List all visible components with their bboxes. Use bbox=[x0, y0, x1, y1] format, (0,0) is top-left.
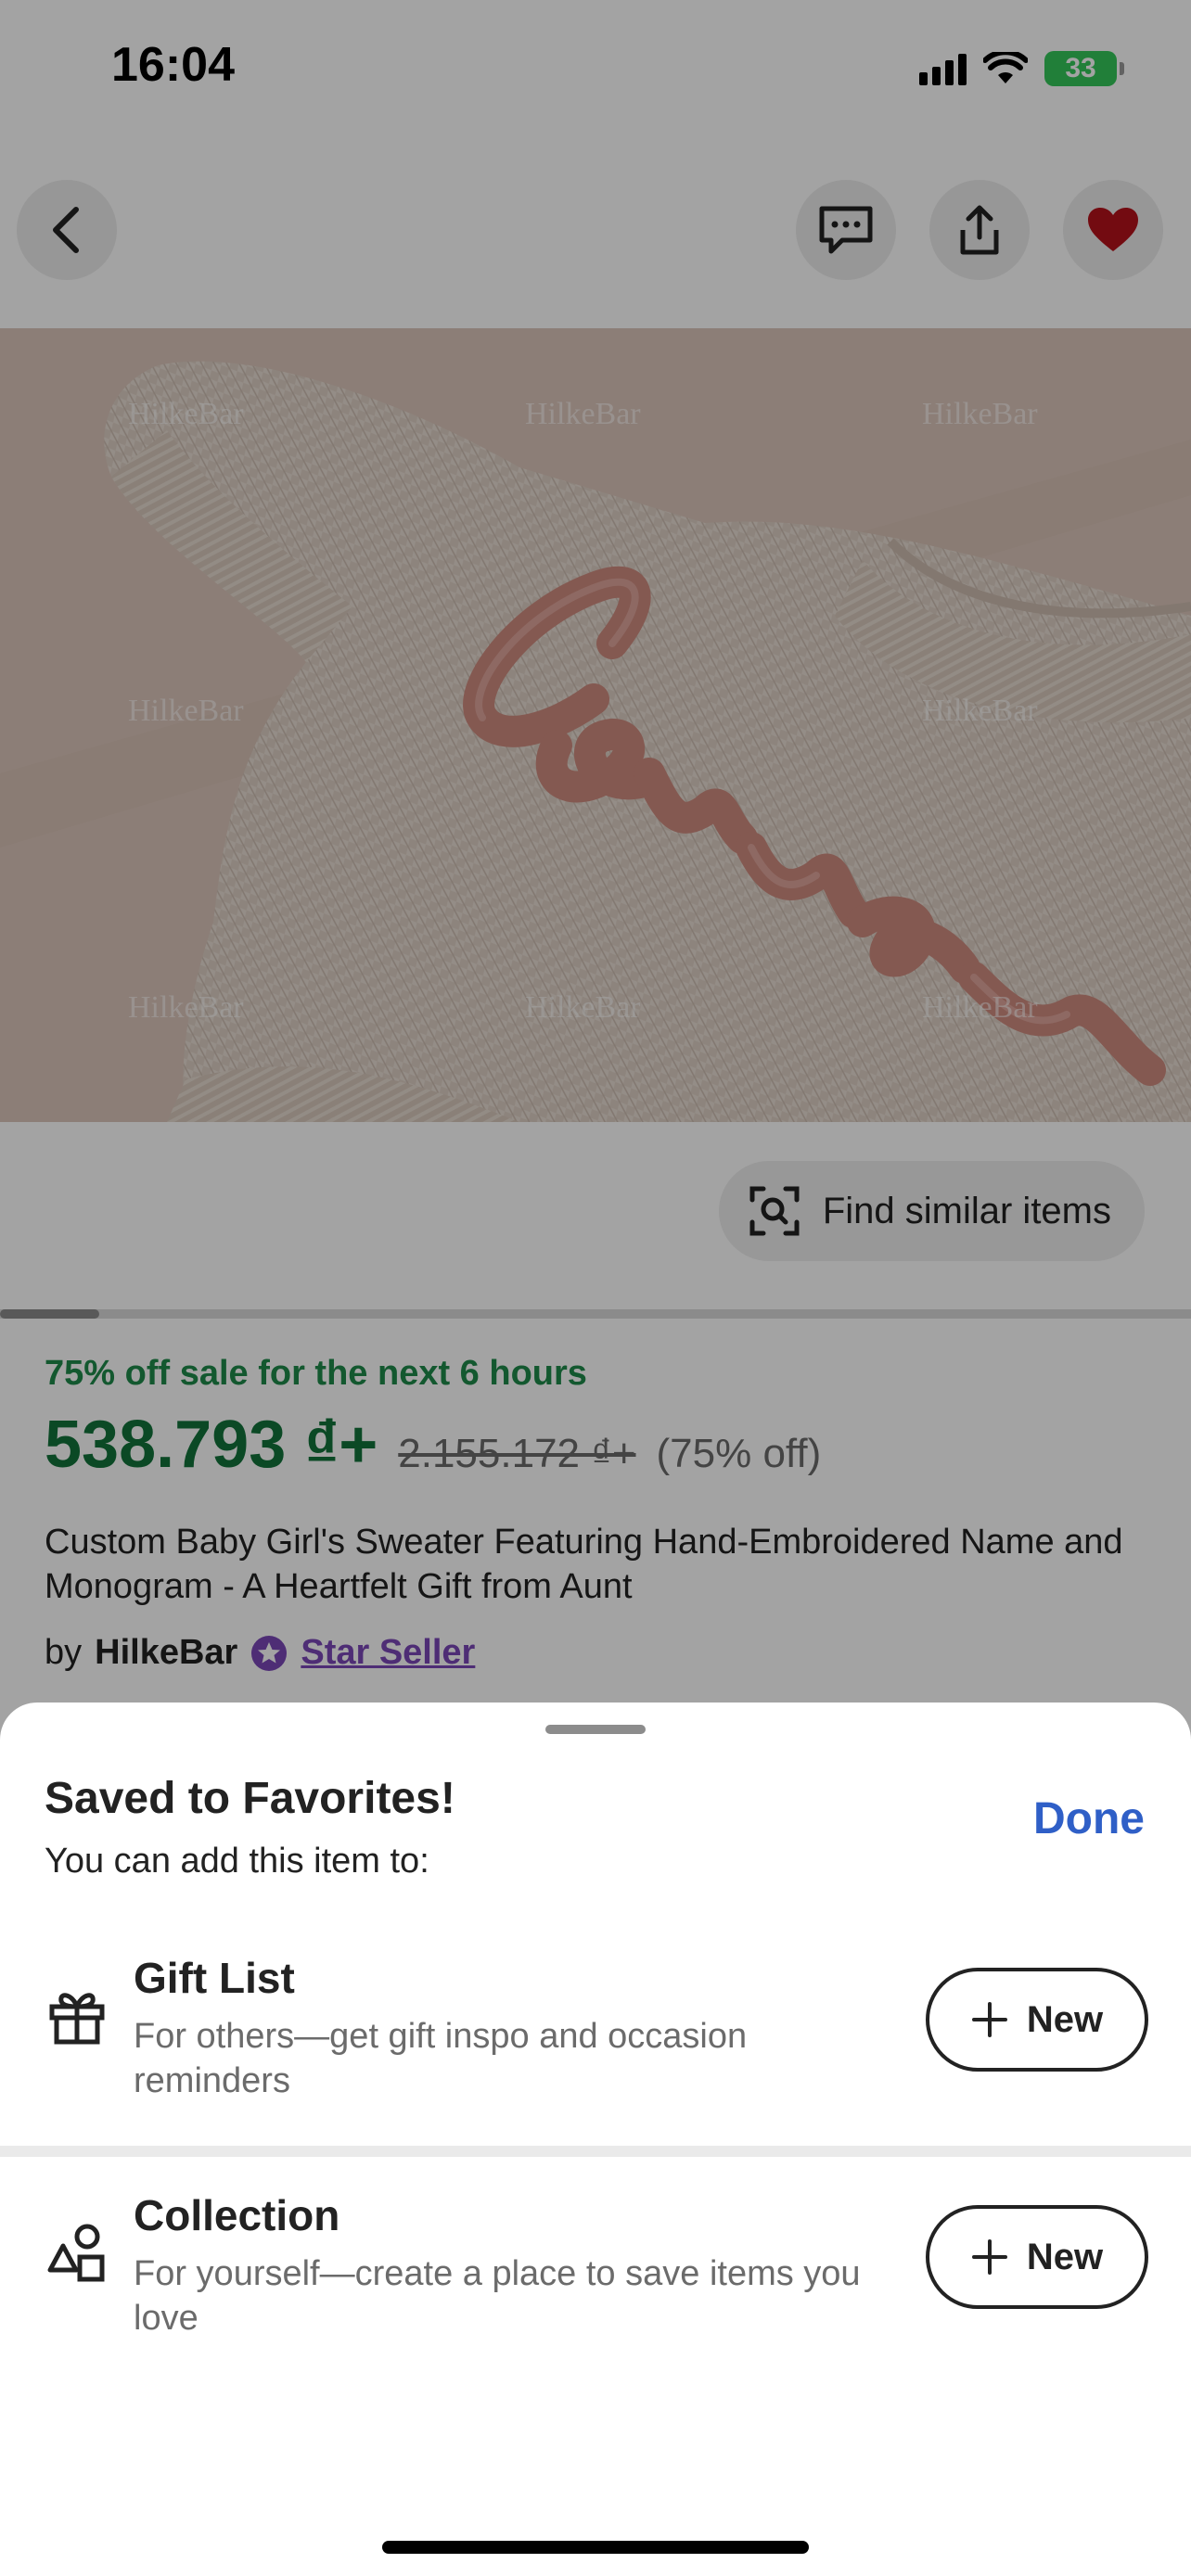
home-indicator[interactable] bbox=[382, 2541, 809, 2554]
plus-icon bbox=[971, 2002, 1007, 2037]
gift-list-description: For others—get gift inspo and occasion r… bbox=[134, 2017, 748, 2100]
sheet-subtitle: You can add this item to: bbox=[45, 1842, 429, 1881]
collection-option: Collection For yourself—create a place t… bbox=[0, 2164, 1191, 2368]
gift-list-title: Gift List bbox=[134, 1954, 295, 2002]
new-collection-label: New bbox=[1026, 2236, 1104, 2277]
collection-title: Collection bbox=[134, 2191, 340, 2239]
saved-to-favorites-sheet: Saved to Favorites! You can add this ite… bbox=[0, 1702, 1191, 2576]
section-divider bbox=[0, 2146, 1191, 2157]
new-gift-list-button[interactable]: New bbox=[926, 1968, 1148, 2072]
done-button[interactable]: Done bbox=[1033, 1793, 1145, 1844]
shapes-icon bbox=[47, 2224, 105, 2282]
gift-list-option: Gift List For others—get gift inspo and … bbox=[0, 1927, 1191, 2131]
new-collection-button[interactable]: New bbox=[926, 2205, 1148, 2309]
gift-icon bbox=[49, 1993, 105, 2045]
collection-description: For yourself—create a place to save item… bbox=[134, 2254, 861, 2338]
new-gift-list-label: New bbox=[1026, 1998, 1104, 2040]
plus-icon bbox=[971, 2239, 1007, 2275]
sheet-grabber[interactable] bbox=[545, 1725, 646, 1734]
sheet-title: Saved to Favorites! bbox=[45, 1774, 455, 1823]
